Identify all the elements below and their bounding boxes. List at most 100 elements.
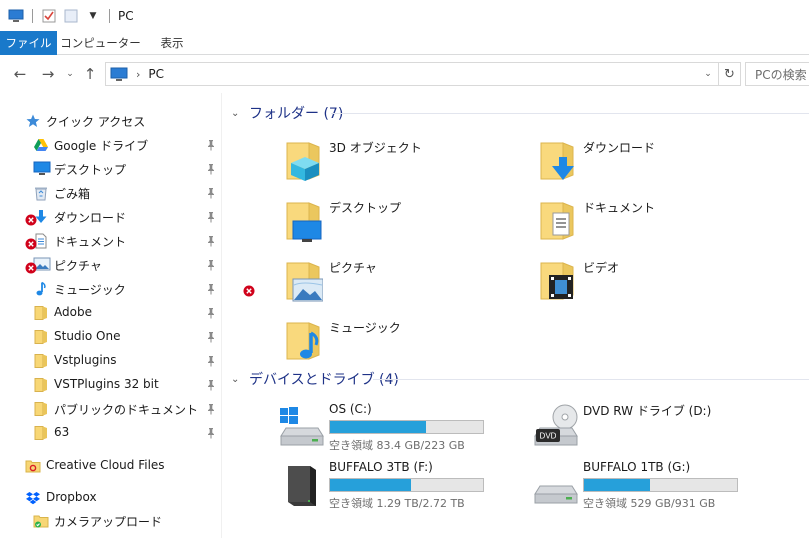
pin-icon[interactable]	[205, 403, 217, 415]
folder-name: ドキュメント	[583, 201, 656, 215]
sidebar-item-label: クイック アクセス	[46, 115, 146, 129]
sidebar-item[interactable]: Studio One	[0, 326, 222, 348]
folder-synced-icon	[33, 513, 49, 529]
sidebar-item[interactable]: パブリックのドキュメント	[0, 398, 222, 420]
capacity-bar-fill	[330, 421, 427, 433]
sidebar-item-camera-upload[interactable]: カメラアップロード	[0, 510, 222, 532]
pin-icon[interactable]	[205, 379, 217, 391]
sidebar-item[interactable]: ドキュメント	[0, 230, 222, 252]
forward-arrow-icon[interactable]: →	[34, 60, 62, 88]
pin-icon[interactable]	[205, 307, 217, 319]
sidebar-item-creative-cloud[interactable]: Creative Cloud Files	[0, 455, 222, 477]
sidebar-item[interactable]: 63	[0, 422, 222, 444]
folder-item[interactable]: ドキュメント	[537, 195, 777, 251]
divider	[331, 113, 809, 114]
folder-icon	[33, 401, 49, 417]
folder-item[interactable]: ミュージック	[283, 315, 523, 371]
sidebar-item[interactable]: Adobe	[0, 302, 222, 324]
tab-computer[interactable]: コンピューター	[57, 31, 144, 55]
sidebar-item[interactable]: ミュージック	[0, 278, 222, 300]
pin-icon[interactable]	[205, 259, 217, 271]
navigation-pane: クイック アクセス Google ドライブ デスクトップごみ箱 ダウンロードドキュメ…	[0, 93, 222, 538]
window-title: PC	[118, 8, 134, 23]
search-input[interactable]: PCの検索	[745, 62, 809, 86]
new-folder-icon[interactable]	[63, 8, 79, 24]
sidebar-item-label: デスクトップ	[54, 163, 127, 177]
sidebar-item-label: Google ドライブ	[54, 139, 149, 153]
up-arrow-icon[interactable]: ↑	[78, 60, 102, 88]
sidebar-item-label: Studio One	[54, 329, 121, 343]
drive-item[interactable]: BUFFALO 3TB (F:) 空き領域 1.29 TB/2.72 TB	[278, 460, 518, 516]
drive-item[interactable]: BUFFALO 1TB (G:) 空き領域 529 GB/931 GB	[532, 460, 772, 516]
sidebar-item-label: ドキュメント	[54, 235, 127, 249]
back-arrow-icon[interactable]: ←	[6, 60, 34, 88]
windows-drive-icon	[278, 402, 326, 450]
pc-icon	[110, 66, 130, 82]
folder-item[interactable]: ビデオ	[537, 255, 777, 311]
chevron-down-icon[interactable]: ⌄	[231, 108, 245, 119]
videos-folder-icon	[537, 255, 577, 303]
usb-drive-icon	[532, 460, 580, 508]
sidebar-item[interactable]: デスクトップ	[0, 158, 222, 180]
pc-icon[interactable]	[8, 8, 24, 24]
sidebar-item-dropbox[interactable]: Dropbox	[0, 487, 222, 509]
folder-icon	[33, 305, 49, 321]
folder-icon	[33, 377, 49, 393]
capacity-bar-fill	[584, 479, 650, 491]
pin-icon[interactable]	[205, 187, 217, 199]
drive-free-space: 空き領域 83.4 GB/223 GB	[329, 439, 465, 452]
pin-icon[interactable]	[205, 211, 217, 223]
address-dropdown-icon[interactable]: ⌄	[700, 63, 716, 85]
sidebar-item[interactable]: ピクチャ	[0, 254, 222, 276]
pin-icon[interactable]	[205, 163, 217, 175]
breadcrumb[interactable]: PC	[148, 67, 164, 81]
folder-item[interactable]: ピクチャ	[283, 255, 523, 311]
pin-icon[interactable]	[205, 331, 217, 343]
title-bar: ▼ PC	[0, 0, 809, 31]
drive-name: BUFFALO 1TB (G:)	[583, 460, 691, 474]
3d-objects-icon	[283, 135, 323, 183]
folder-item[interactable]: デスクトップ	[283, 195, 523, 251]
breadcrumb-chevron-icon[interactable]: ›	[136, 68, 140, 81]
music-folder-icon	[283, 315, 323, 363]
folder-name: ピクチャ	[329, 261, 377, 275]
svg-text:DVD: DVD	[540, 432, 557, 441]
sidebar-item[interactable]: Vstplugins	[0, 350, 222, 372]
tab-view[interactable]: 表示	[144, 31, 200, 55]
pin-icon[interactable]	[205, 283, 217, 295]
sidebar-item-label: Vstplugins	[54, 353, 117, 367]
address-bar[interactable]: › PC ⌄ ↻	[105, 62, 741, 86]
sidebar-item-label: 63	[54, 425, 70, 439]
folders-group-header[interactable]: ⌄ フォルダー (7)	[231, 101, 343, 125]
recycle-bin-icon	[33, 185, 49, 201]
sidebar-item-quick-access[interactable]: クイック アクセス	[0, 110, 222, 132]
sidebar-item-label: カメラアップロード	[54, 515, 163, 529]
drive-item[interactable]: DVD DVD RW ドライブ (D:)	[532, 402, 772, 458]
drive-item[interactable]: OS (C:) 空き領域 83.4 GB/223 GB	[278, 402, 518, 458]
properties-icon[interactable]	[41, 8, 57, 24]
folder-name: ダウンロード	[583, 141, 656, 155]
drive-free-space: 空き領域 529 GB/931 GB	[583, 497, 716, 510]
desktop-folder-icon	[283, 195, 323, 243]
sidebar-item[interactable]: ダウンロード	[0, 206, 222, 228]
sidebar-item[interactable]: ごみ箱	[0, 182, 222, 204]
customize-toolbar-dropdown-icon[interactable]: ▼	[85, 8, 101, 24]
sidebar-item-label: VSTPlugins 32 bit	[54, 377, 159, 391]
sidebar-item[interactable]: Google ドライブ	[0, 134, 222, 156]
chevron-down-icon[interactable]: ⌄	[231, 374, 245, 385]
recent-locations-chevron-icon[interactable]: ⌄	[62, 60, 78, 88]
pin-icon[interactable]	[205, 235, 217, 247]
pictures-folder-icon	[283, 255, 324, 303]
google-drive-icon	[33, 137, 49, 153]
tab-file[interactable]: ファイル	[0, 31, 57, 55]
folder-item[interactable]: 3D オブジェクト	[283, 135, 523, 191]
sidebar-item[interactable]: VSTPlugins 32 bit	[0, 374, 222, 396]
refresh-icon[interactable]: ↻	[718, 63, 740, 85]
pin-icon[interactable]	[205, 427, 217, 439]
pin-icon[interactable]	[205, 355, 217, 367]
folder-item[interactable]: ダウンロード	[537, 135, 777, 191]
drive-free-space: 空き領域 1.29 TB/2.72 TB	[329, 497, 465, 510]
error-icon	[25, 238, 37, 250]
pin-icon[interactable]	[205, 139, 217, 151]
sidebar-item-label: ミュージック	[54, 283, 126, 297]
